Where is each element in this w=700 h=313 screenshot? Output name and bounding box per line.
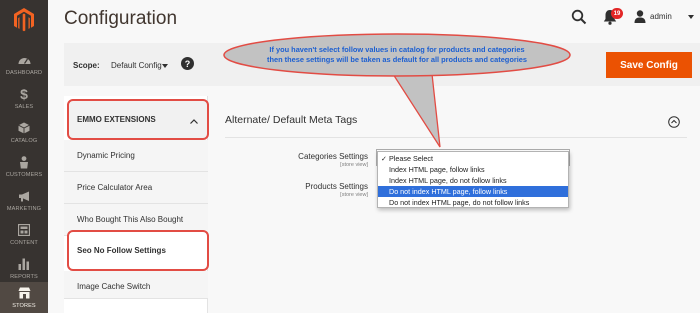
option-label: Index HTML page, follow links [389,165,485,174]
nav-label: DASHBOARD [5,70,43,76]
option-label: Index HTML page, do not follow links [389,176,507,185]
page-title: Configuration [64,8,178,29]
checkmark-icon: ✓ [381,154,388,163]
chevron-up-circle-icon[interactable] [668,115,680,128]
tab-label: Seo No Follow Settings [77,246,166,255]
tab-dynamic-pricing[interactable]: Dynamic Pricing [64,140,208,172]
annotation-line-2: then these settings will be taken as def… [267,55,527,64]
section-title[interactable]: Alternate/ Default Meta Tags [225,114,357,126]
field-label-products: Products Settings [305,182,368,191]
tab-group-title: EMMO EXTENSIONS [77,115,156,124]
user-menu-caret-icon[interactable] [688,15,694,19]
tab-seo-no-follow-settings[interactable]: Seo No Follow Settings [67,230,209,271]
cube-icon [17,121,31,135]
field-scope-products: [store view] [340,192,368,198]
magento-logo-icon[interactable] [0,0,48,40]
notification-badge: 19 [611,8,623,19]
tab-group-emmo-extensions[interactable]: EMMO EXTENSIONS [67,99,209,140]
scope-label: Scope: [73,61,100,70]
field-label-categories: Categories Settings [298,152,368,161]
tab-label: Dynamic Pricing [77,151,135,160]
dropdown-option[interactable]: ✓ Please Select [378,153,568,164]
dropdown-option[interactable]: Do not index HTML page, do not follow li… [378,197,568,208]
nav-label: STORES [12,303,36,309]
user-icon[interactable] [634,10,646,23]
annotation-text: If you haven't select follow values in c… [238,45,556,65]
megaphone-icon [17,189,31,203]
field-scope-categories: [store view] [340,162,368,168]
chevron-up-icon [189,114,199,124]
categories-settings-dropdown: ✓ Please Select Index HTML page, follow … [377,151,569,208]
search-icon[interactable] [571,9,587,25]
dropdown-option[interactable]: Index HTML page, follow links [378,164,568,175]
layout-icon [17,223,31,237]
option-label: Do not index HTML page, follow links [389,187,508,196]
tab-label: Price Calculator Area [77,183,153,192]
dollar-icon: $ [20,86,28,102]
nav-label: CUSTOMERS [5,172,43,178]
dropdown-option-highlighted[interactable]: Do not index HTML page, follow links [378,186,568,197]
tab-label: Image Cache Switch [77,282,151,291]
person-icon [17,155,31,169]
nav-label: REPORTS [10,274,38,280]
nav-label: MARKETING [6,206,42,212]
bar-chart-icon [17,257,31,271]
nav-item-stores[interactable]: STORES [0,282,48,313]
section-divider [225,137,687,138]
nav-label: SALES [14,104,34,110]
save-config-button[interactable]: Save Config [606,52,692,78]
option-label: Please Select [389,154,433,163]
nav-label: CONTENT [10,240,38,246]
store-icon [17,286,31,300]
dashboard-icon [17,53,31,67]
tab-price-calculator-area[interactable]: Price Calculator Area [64,172,208,204]
dropdown-option[interactable]: Index HTML page, do not follow links [378,175,568,186]
tab-label: Who Bought This Also Bought [77,215,184,224]
nav-label: CATALOG [10,138,38,144]
scope-caret-icon[interactable] [162,64,168,68]
help-icon[interactable]: ? [181,57,194,70]
option-label: Do not index HTML page, do not follow li… [389,198,530,207]
user-menu-name[interactable]: admin [650,12,672,21]
tab-image-cache-switch[interactable]: Image Cache Switch [64,271,208,299]
annotation-line-1: If you haven't select follow values in c… [269,45,525,54]
admin-sidebar: DASHBOARD $ SALES CATALOG CUSTOMERS MARK… [0,0,48,313]
scope-switcher[interactable]: Default Config [111,61,162,70]
